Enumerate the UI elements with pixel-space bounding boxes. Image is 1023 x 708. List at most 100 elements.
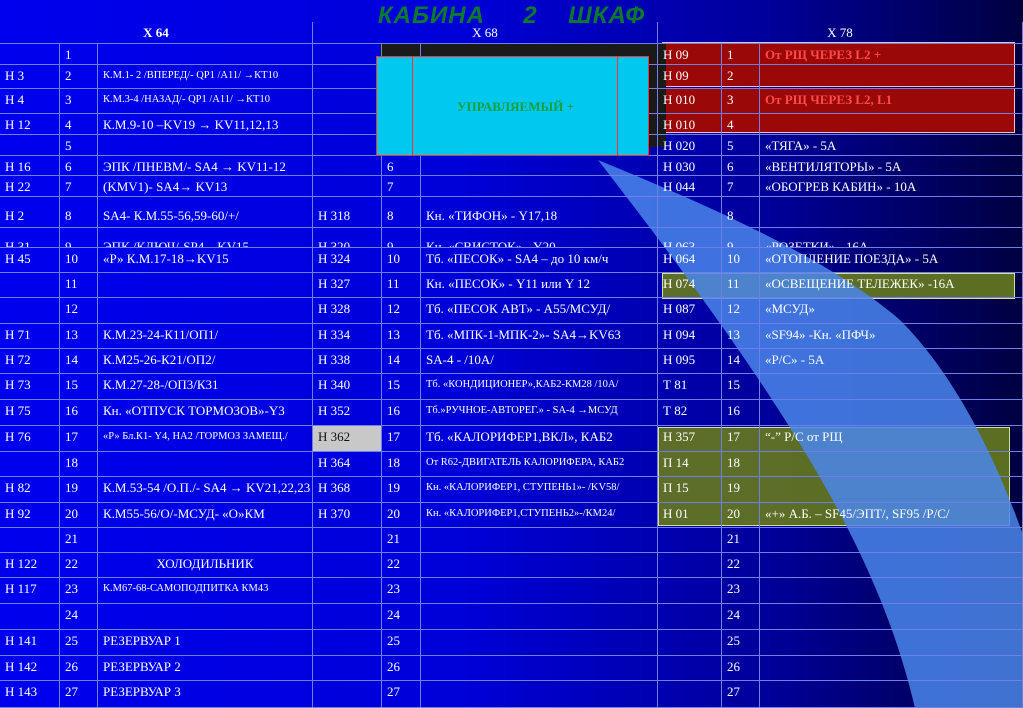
table-cell-n3-row-10: 10 [722, 248, 760, 273]
table-cell-d3-row-6: «ВЕНТИЛЯТОРЫ» - 5А [760, 156, 1023, 176]
table-cell-n3-row-15: 15 [722, 374, 760, 400]
table-cell-n3-row-11: 11 [722, 273, 760, 298]
table-cell-a1-row-21 [0, 528, 60, 553]
table-cell-a3-row-16: Т 82 [658, 400, 722, 426]
table-cell-d2-row-22 [421, 553, 658, 578]
table-cell-n2-row-18: 18 [382, 452, 421, 477]
table-cell-a2-row-27 [313, 681, 382, 708]
table-cell-a1-row-9: Н 31 [0, 228, 60, 248]
table-cell-n1-row-6: 6 [60, 156, 98, 176]
table-cell-a3-row-4: Н 010 [658, 114, 722, 135]
table-cell-d2-row-24 [421, 604, 658, 630]
table-cell-n3-row-5: 5 [722, 135, 760, 156]
table-cell-a2-row-22 [313, 553, 382, 578]
table-cell-a1-row-24 [0, 604, 60, 630]
table-cell-n1-row-13: 13 [60, 324, 98, 349]
table-cell-n1-row-7: 7 [60, 176, 98, 197]
table-cell-n2-row-21: 21 [382, 528, 421, 553]
table-cell-a3-row-8 [658, 197, 722, 228]
table-cell-a1-row-2: Н 3 [0, 65, 60, 89]
table-cell-d3-row-23 [760, 578, 1023, 604]
table-cell-d3-row-26 [760, 656, 1023, 681]
table-cell-a1-row-26: Н 142 [0, 656, 60, 681]
table-cell-a3-row-1: Н 09 [658, 44, 722, 65]
table-cell-d1-row-13: К.М.23-24-К11/ОП1/ [98, 324, 313, 349]
table-cell-d1-row-9: ЭПК /КЛЮЧ/-SP4→KV15 [98, 228, 313, 248]
table-cell-a2-row-8: Н 318 [313, 197, 382, 228]
table-cell-a2-row-14: Н 338 [313, 349, 382, 374]
table-cell-d1-row-12 [98, 298, 313, 324]
table-cell-n3-row-13: 13 [722, 324, 760, 349]
table-cell-a2-row-17: Н 362 [313, 426, 382, 452]
table-cell-d3-row-15 [760, 374, 1023, 400]
table-cell-n1-row-5: 5 [60, 135, 98, 156]
table-cell-a3-row-27 [658, 681, 722, 708]
table-cell-a2-row-3 [313, 89, 382, 114]
table-cell-n2-row-6: 6 [382, 156, 421, 176]
table-cell-a1-row-11 [0, 273, 60, 298]
table-cell-d3-row-7: «ОБОГРЕВ КАБИН» - 10А [760, 176, 1023, 197]
table-cell-d1-row-2: К.М.1- 2 /ВПЕРЕД/- QP1 /A11/ →КТ10 [98, 65, 313, 89]
table-cell-n3-row-18: 18 [722, 452, 760, 477]
table-cell-a2-row-18: Н 364 [313, 452, 382, 477]
table-cell-n2-row-16: 16 [382, 400, 421, 426]
table-cell-d2-row-19: Кн. «КАЛОРИФЕР1, СТУПЕНЬ1»- /KV58/ [421, 477, 658, 503]
table-cell-d1-row-26: РЕЗЕРВУАР 2 [98, 656, 313, 681]
table-cell-n2-row-15: 15 [382, 374, 421, 400]
controlled-plus-box: УПРАВЛЯЕМЫЙ + [376, 56, 649, 156]
table-cell-n1-row-17: 17 [60, 426, 98, 452]
table-cell-n2-row-7: 7 [382, 176, 421, 197]
table-cell-a3-row-13: Н 094 [658, 324, 722, 349]
table-cell-a2-row-4 [313, 114, 382, 135]
table-cell-a1-row-4: Н 12 [0, 114, 60, 135]
table-cell-n1-row-26: 26 [60, 656, 98, 681]
table-cell-n3-row-3: 3 [722, 89, 760, 114]
table-cell-d3-row-22 [760, 553, 1023, 578]
table-cell-d3-row-14: «Р/С» - 5А [760, 349, 1023, 374]
table-cell-a1-row-7: Н 22 [0, 176, 60, 197]
table-cell-d2-row-8: Кн. «ТИФОН» - Y17,18 [421, 197, 658, 228]
table-cell-a2-row-11: Н 327 [313, 273, 382, 298]
table-cell-d3-row-11: «ОСВЕЩЕНИЕ ТЕЛЕЖЕК» -16А [760, 273, 1023, 298]
table-cell-a2-row-6 [313, 156, 382, 176]
table-cell-d1-row-11 [98, 273, 313, 298]
table-cell-a3-row-26 [658, 656, 722, 681]
table-cell-a3-row-11: Н 074 [658, 273, 722, 298]
table-cell-d1-row-24 [98, 604, 313, 630]
table-cell-d2-row-13: Тб. «МПК-1-МПК-2»- SA4→KV63 [421, 324, 658, 349]
table-cell-d2-row-12: Тб. «ПЕСОК АВТ» - А55/МСУД/ [421, 298, 658, 324]
table-cell-n1-row-18: 18 [60, 452, 98, 477]
table-cell-d3-row-19 [760, 477, 1023, 503]
table-cell-a3-row-24 [658, 604, 722, 630]
page-title: КАБИНА 2 ШКАФ [377, 2, 646, 29]
table-cell-n2-row-24: 24 [382, 604, 421, 630]
table-cell-a3-row-14: Н 095 [658, 349, 722, 374]
table-cell-a1-row-23: Н 117 [0, 578, 60, 604]
table-cell-a1-row-22: Н 122 [0, 553, 60, 578]
table-cell-d3-row-3: От РЩ ЧЕРЕЗ L2, L1 [760, 89, 1023, 114]
table-cell-a3-row-9: Н 063 [658, 228, 722, 248]
table-cell-d2-row-27 [421, 681, 658, 708]
table-cell-n3-row-16: 16 [722, 400, 760, 426]
table-cell-a3-row-5: Н 020 [658, 135, 722, 156]
table-cell-a1-row-19: Н 82 [0, 477, 60, 503]
table-cell-a1-row-18 [0, 452, 60, 477]
table-cell-n3-row-19: 19 [722, 477, 760, 503]
table-cell-n3-row-20: 20 [722, 503, 760, 528]
table-cell-n3-row-6: 6 [722, 156, 760, 176]
table-cell-d3-row-8 [760, 197, 1023, 228]
table-cell-n3-row-22: 22 [722, 553, 760, 578]
table-cell-n2-row-11: 11 [382, 273, 421, 298]
table-cell-a2-row-24 [313, 604, 382, 630]
table-cell-a3-row-20: Н 01 [658, 503, 722, 528]
table-cell-a3-row-25 [658, 630, 722, 656]
table-cell-a1-row-25: Н 141 [0, 630, 60, 656]
table-cell-d2-row-10: Тб. «ПЕСОК» - SA4 – до 10 км/ч [421, 248, 658, 273]
table-cell-n3-row-9: 9 [722, 228, 760, 248]
table-cell-d3-row-27 [760, 681, 1023, 708]
table-cell-d3-row-2 [760, 65, 1023, 89]
table-cell-d3-row-20: «+» А.Б. – SF45/ЭПТ/, SF95 /Р/С/ [760, 503, 1023, 528]
table-cell-d2-row-11: Кн. «ПЕСОК» - Y11 или Y 12 [421, 273, 658, 298]
table-cell-n1-row-27: 27 [60, 681, 98, 708]
table-cell-d1-row-10: «Р» К.М.17-18→KV15 [98, 248, 313, 273]
